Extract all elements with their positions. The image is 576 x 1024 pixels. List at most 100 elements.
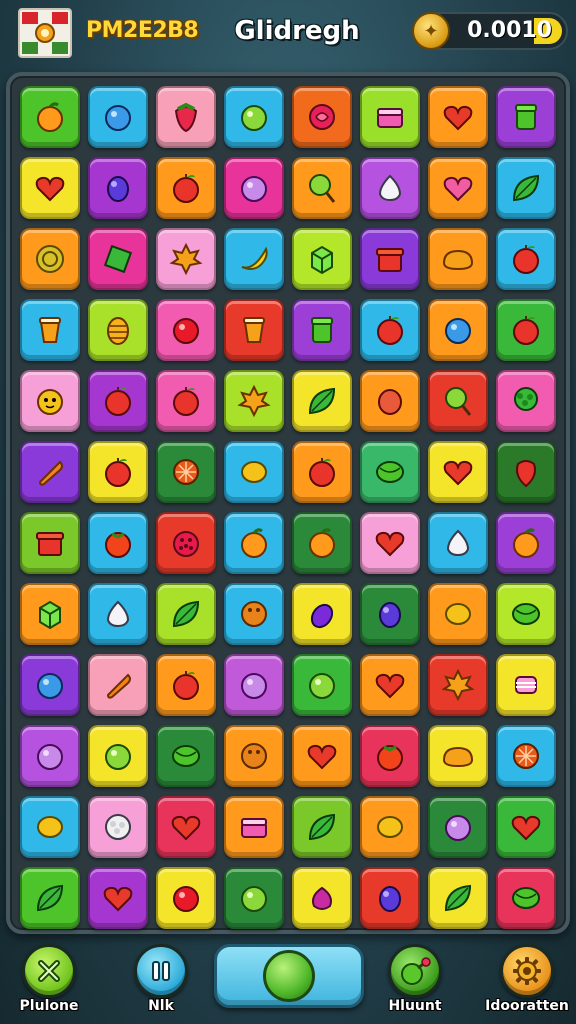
game-tile[interactable] [224, 725, 284, 787]
game-tile[interactable] [224, 157, 284, 219]
game-tile[interactable] [496, 796, 556, 858]
game-tile[interactable] [224, 86, 284, 148]
game-tile[interactable] [156, 867, 216, 929]
game-tile[interactable] [496, 299, 556, 361]
game-tile[interactable] [360, 583, 420, 645]
game-tile[interactable] [156, 370, 216, 432]
game-tile[interactable] [292, 370, 352, 432]
game-tile[interactable] [428, 796, 488, 858]
game-tile[interactable] [88, 796, 148, 858]
game-tile[interactable] [428, 583, 488, 645]
game-tile[interactable] [360, 654, 420, 716]
game-tile[interactable] [20, 299, 80, 361]
game-tile[interactable] [496, 512, 556, 574]
game-tile[interactable] [20, 796, 80, 858]
game-tile[interactable] [428, 441, 488, 503]
game-tile[interactable] [156, 441, 216, 503]
game-tile[interactable] [88, 867, 148, 929]
game-tile[interactable] [496, 228, 556, 290]
game-tile[interactable] [496, 370, 556, 432]
game-tile[interactable] [292, 725, 352, 787]
game-tile[interactable] [428, 86, 488, 148]
game-tile[interactable] [292, 583, 352, 645]
game-tile[interactable] [428, 725, 488, 787]
game-tile[interactable] [20, 512, 80, 574]
game-tile[interactable] [88, 157, 148, 219]
game-tile[interactable] [292, 299, 352, 361]
game-tile[interactable] [360, 370, 420, 432]
game-tile[interactable] [156, 654, 216, 716]
game-tile[interactable] [88, 725, 148, 787]
game-tile[interactable] [360, 796, 420, 858]
game-tile[interactable] [496, 654, 556, 716]
game-tile[interactable] [292, 654, 352, 716]
game-tile[interactable] [428, 228, 488, 290]
game-tile[interactable] [156, 157, 216, 219]
game-tile[interactable] [88, 512, 148, 574]
game-tile[interactable] [156, 512, 216, 574]
game-tile[interactable] [88, 654, 148, 716]
game-tile[interactable] [360, 441, 420, 503]
game-tile[interactable] [156, 725, 216, 787]
settings-button[interactable]: Idooratten [484, 936, 570, 1024]
game-tile[interactable] [20, 867, 80, 929]
game-tile[interactable] [360, 86, 420, 148]
game-tile[interactable] [224, 796, 284, 858]
game-tile[interactable] [20, 725, 80, 787]
game-tile[interactable] [20, 228, 80, 290]
game-tile[interactable] [428, 370, 488, 432]
game-tile[interactable] [292, 796, 352, 858]
game-tile[interactable] [20, 157, 80, 219]
game-tile[interactable] [360, 725, 420, 787]
game-tile[interactable] [292, 867, 352, 929]
game-tile[interactable] [224, 654, 284, 716]
game-tile[interactable] [156, 583, 216, 645]
game-tile[interactable] [428, 157, 488, 219]
game-tile[interactable] [360, 512, 420, 574]
game-tile[interactable] [224, 512, 284, 574]
game-tile[interactable] [360, 867, 420, 929]
game-tile[interactable] [224, 441, 284, 503]
game-tile[interactable] [156, 228, 216, 290]
game-tile[interactable] [224, 228, 284, 290]
game-tile[interactable] [224, 299, 284, 361]
game-tile[interactable] [156, 796, 216, 858]
game-tile[interactable] [428, 512, 488, 574]
game-tile[interactable] [292, 157, 352, 219]
game-tile[interactable] [292, 228, 352, 290]
hint-button[interactable]: Hluunt [380, 936, 450, 1024]
game-tile[interactable] [428, 654, 488, 716]
game-tile[interactable] [428, 299, 488, 361]
game-tile[interactable] [428, 867, 488, 929]
game-tile[interactable] [20, 441, 80, 503]
game-tile[interactable] [88, 228, 148, 290]
game-tile[interactable] [156, 299, 216, 361]
game-tile[interactable] [88, 370, 148, 432]
play-button[interactable] [214, 944, 364, 1008]
game-tile[interactable] [360, 228, 420, 290]
game-tile[interactable] [496, 583, 556, 645]
game-tile[interactable] [88, 299, 148, 361]
plulone-button[interactable]: Plulone [14, 936, 84, 1024]
game-tile[interactable] [224, 583, 284, 645]
game-tile[interactable] [496, 725, 556, 787]
game-tile[interactable] [292, 86, 352, 148]
game-tile[interactable] [88, 583, 148, 645]
game-tile[interactable] [224, 370, 284, 432]
game-tile[interactable] [496, 157, 556, 219]
game-tile[interactable] [20, 654, 80, 716]
game-tile[interactable] [360, 157, 420, 219]
game-tile[interactable] [20, 86, 80, 148]
game-tile[interactable] [496, 86, 556, 148]
game-tile[interactable] [224, 867, 284, 929]
game-tile[interactable] [292, 441, 352, 503]
game-tile[interactable] [496, 441, 556, 503]
game-tile[interactable] [156, 86, 216, 148]
game-tile[interactable] [292, 512, 352, 574]
game-tile[interactable] [88, 441, 148, 503]
game-tile[interactable] [360, 299, 420, 361]
nlk-button[interactable]: Nlk [126, 936, 196, 1024]
game-tile[interactable] [496, 867, 556, 929]
game-tile[interactable] [20, 583, 80, 645]
game-tile[interactable] [88, 86, 148, 148]
